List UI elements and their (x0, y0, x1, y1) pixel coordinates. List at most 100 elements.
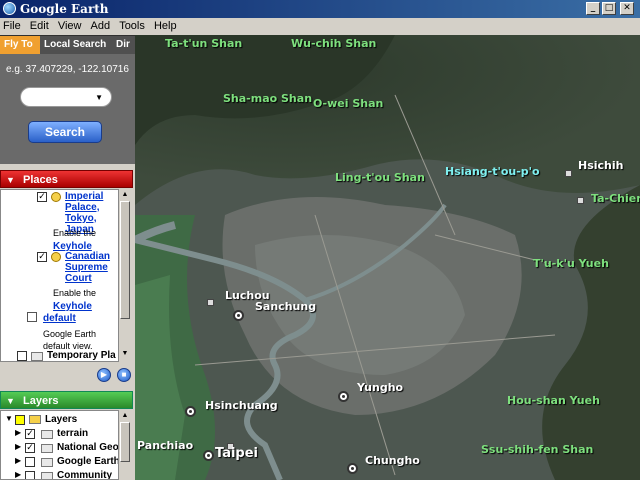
collapse-triangle-icon[interactable]: ▼ (6, 171, 15, 189)
layers-header[interactable]: ▼ Layers (0, 391, 133, 409)
layers-scrollbar[interactable]: ▲ (118, 410, 131, 480)
default-link[interactable]: default (43, 313, 76, 324)
map-label-tachien: Ta-Chien S (591, 192, 640, 205)
community-checkbox[interactable] (25, 471, 35, 479)
map-label-tatun: Ta-t'un Shan (165, 37, 243, 50)
folder-icon (29, 415, 41, 424)
menu-file[interactable]: File (0, 18, 24, 34)
map-label-xiangtoupo: Hsiang-t'ou-p'o (445, 165, 540, 178)
enable-text-1: Enable the (53, 228, 97, 238)
fly-to-input[interactable]: ▼ (20, 87, 112, 107)
default-checkbox[interactable] (27, 312, 37, 322)
terrain-checkbox[interactable]: ✓ (25, 429, 35, 439)
scroll-thumb[interactable] (120, 422, 130, 462)
expand-triangle-icon[interactable]: ▶ (15, 442, 21, 451)
expand-triangle-icon[interactable]: ▶ (15, 470, 21, 479)
play-tour-icon[interactable]: ▶ (97, 368, 111, 382)
temporary-places-label[interactable]: Temporary Pla (47, 350, 116, 361)
map-label-tukuyueh: T'u-k'u Yueh (533, 257, 609, 270)
city-marker-icon[interactable] (347, 463, 358, 474)
folder-icon (41, 444, 53, 453)
folder-icon (41, 472, 53, 479)
places-scrollbar[interactable]: ▲ ▼ (118, 189, 131, 362)
places-title: Places (23, 174, 58, 186)
town-marker-icon[interactable] (577, 197, 584, 204)
folder-icon (41, 430, 53, 439)
tab-local-search[interactable]: Local Search (40, 36, 116, 54)
keyhole-link-2[interactable]: Keyhole (53, 301, 92, 312)
national-geo-checkbox[interactable]: ✓ (25, 443, 35, 453)
search-tabs: Fly To Local Search Dir (0, 35, 135, 54)
places-header[interactable]: ▼ Places (0, 170, 133, 188)
map-label-houshan: Hou-shan Yueh (507, 394, 600, 407)
city-label-yungho: Yungho (357, 381, 404, 394)
map-label-lingtou: Ling-t'ou Shan (335, 171, 425, 184)
city-label-panchiao: Panchiao (137, 439, 194, 452)
minimize-icon[interactable]: _ (586, 2, 600, 15)
close-icon[interactable]: ✕ (620, 2, 634, 15)
city-label-taipei: Taipei (215, 446, 258, 461)
layer-label: Community (57, 470, 112, 480)
imperial-checkbox[interactable]: ✓ (37, 192, 47, 202)
fly-to-example: e.g. 37.407229, -122.10716 (6, 64, 129, 75)
map-label-owei: O-wei Shan (313, 97, 384, 110)
placemark-icon (51, 252, 61, 262)
folder-icon (31, 352, 43, 361)
maximize-icon[interactable]: □ (602, 2, 616, 15)
layer-row[interactable]: ▶ ✓ terrain (1, 427, 118, 441)
town-marker-icon[interactable] (207, 299, 214, 306)
layers-tree: ▼ Layers ▶ ✓ terrain ▶ ✓ National Geo ▶ … (0, 410, 119, 480)
layer-label: Google Earth (57, 456, 119, 467)
places-tree: ✓ Imperial Palace, Tokyo, Japan Enable t… (0, 189, 119, 362)
town-marker-icon[interactable] (565, 170, 572, 177)
scroll-thumb[interactable] (120, 201, 130, 319)
tab-directions[interactable]: Dir (112, 36, 135, 54)
expand-triangle-icon[interactable]: ▶ (15, 456, 21, 465)
layer-row[interactable]: ▼ Layers (1, 413, 118, 427)
default-description: Google Earth default view. (43, 329, 97, 351)
city-label-chungho: Chungho (365, 454, 420, 467)
scroll-up-icon[interactable]: ▲ (120, 190, 130, 200)
search-button[interactable]: Search (28, 121, 102, 143)
folder-icon (41, 458, 53, 467)
layers-root-checkbox[interactable] (15, 415, 25, 425)
city-marker-icon[interactable] (203, 450, 214, 461)
layer-label: terrain (57, 428, 89, 439)
map-label-shamao: Sha-mao Shan (223, 92, 313, 105)
menu-add[interactable]: Add (88, 18, 114, 34)
layer-row[interactable]: ▶ Community (1, 469, 118, 480)
layer-row[interactable]: ▶ ✓ National Geo (1, 441, 119, 455)
tab-fly-to[interactable]: Fly To (0, 36, 44, 54)
google-earth-layer-checkbox[interactable] (25, 457, 35, 467)
menu-tools[interactable]: Tools (116, 18, 148, 34)
city-marker-icon[interactable] (233, 310, 244, 321)
expand-triangle-icon[interactable]: ▶ (15, 428, 21, 437)
city-marker-icon[interactable] (338, 391, 349, 402)
collapse-triangle-icon[interactable]: ▼ (6, 392, 15, 410)
google-earth-icon[interactable] (3, 2, 16, 15)
canadian-checkbox[interactable]: ✓ (37, 252, 47, 262)
map-view[interactable]: Ta-t'un Shan Wu-chih Shan Sha-mao Shan O… (135, 35, 640, 480)
layer-label: National Geo (57, 442, 119, 453)
enable-text-2: Enable the (53, 288, 97, 298)
menu-help[interactable]: Help (151, 18, 180, 34)
city-label-hsichih: Hsichih (578, 159, 624, 172)
menu-edit[interactable]: Edit (27, 18, 52, 34)
canadian-supreme-court-link[interactable]: Canadian Supreme Court (65, 251, 117, 284)
layer-label: Layers (45, 414, 78, 425)
chevron-down-icon[interactable]: ▼ (95, 93, 103, 102)
layer-row[interactable]: ▶ Google Earth (1, 455, 119, 469)
city-label-sanchung: Sanchung (255, 300, 317, 313)
menu-view[interactable]: View (55, 18, 85, 34)
temporary-checkbox[interactable] (17, 351, 27, 361)
fly-to-panel: e.g. 37.407229, -122.10716 ▼ Search (0, 54, 135, 164)
scroll-down-icon[interactable]: ▼ (120, 349, 130, 359)
layers-title: Layers (23, 395, 59, 407)
expand-triangle-icon[interactable]: ▼ (5, 414, 13, 423)
stop-tour-icon[interactable]: ■ (117, 368, 131, 382)
city-label-hsinchuang: Hsinchuang (205, 399, 278, 412)
scroll-up-icon[interactable]: ▲ (120, 411, 130, 421)
map-label-wuchih: Wu-chih Shan (291, 37, 377, 50)
placemark-icon (51, 192, 61, 202)
city-marker-icon[interactable] (185, 406, 196, 417)
